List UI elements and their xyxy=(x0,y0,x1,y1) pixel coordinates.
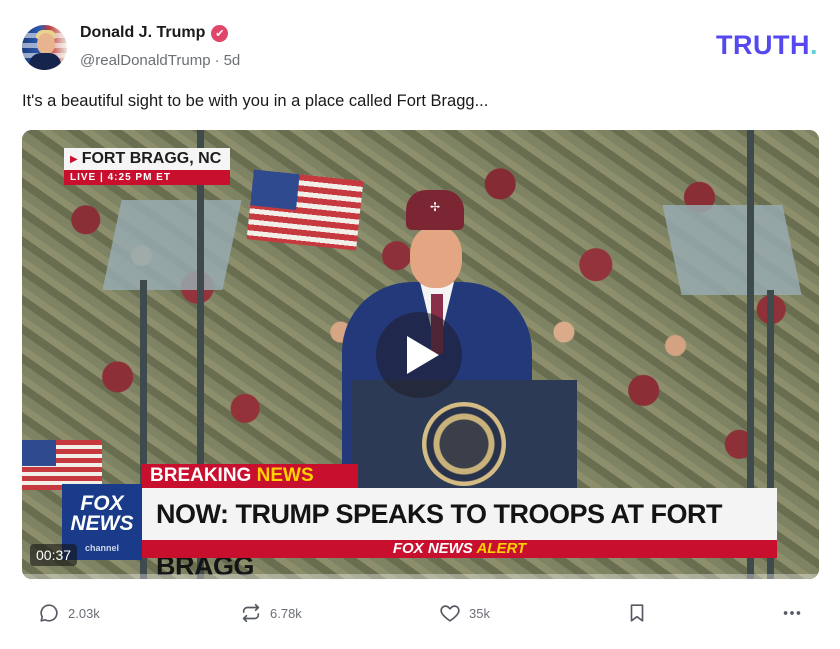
cap-insignia: ✢ xyxy=(430,200,441,214)
alert-banner: FOX NEWS ALERT xyxy=(142,540,777,558)
live-separator: | xyxy=(100,172,104,183)
network-logo-line2: NEWS xyxy=(70,512,134,535)
reply-count: 2.03k xyxy=(68,605,100,621)
stage-screen-left xyxy=(102,200,242,290)
play-icon xyxy=(407,336,439,374)
stage-screen-right xyxy=(662,205,802,295)
video-progress-bar[interactable] xyxy=(22,574,819,579)
more-icon xyxy=(783,611,801,615)
retruth-count: 6.78k xyxy=(270,605,302,621)
video-duration: 00:37 xyxy=(30,544,78,566)
live-time: 4:25 PM ET xyxy=(107,172,171,183)
more-options-button[interactable] xyxy=(780,602,804,624)
bookmark-button[interactable] xyxy=(626,601,648,625)
post-actions: 2.03k 6.78k 35k xyxy=(22,596,819,630)
location-label: FORT BRAGG, NC xyxy=(81,150,222,167)
author-meta: @realDonaldTrump · 5d xyxy=(80,52,240,69)
truth-logo-text: TRUTH xyxy=(716,30,810,60)
like-button[interactable]: 35k xyxy=(439,602,490,624)
truth-logo-dot: . xyxy=(809,30,818,60)
meta-separator: · xyxy=(214,52,220,69)
post-text: It's a beautiful sight to be with you in… xyxy=(22,92,489,110)
video-player[interactable]: ✢ ▶ FORT BRAGG, NC LIVE | 4:25 PM ET BREA… xyxy=(22,130,819,579)
live-label: LIVE xyxy=(70,172,97,183)
avatar[interactable] xyxy=(22,25,67,70)
comment-icon xyxy=(40,604,58,622)
alert-network: FOX NEWS xyxy=(392,540,473,557)
bookmark-icon xyxy=(630,604,644,622)
author-handle[interactable]: @realDonaldTrump xyxy=(80,52,211,69)
post-age[interactable]: 5d xyxy=(224,52,241,69)
heart-icon xyxy=(440,605,460,622)
location-bug: ▶ FORT BRAGG, NC LIVE | 4:25 PM ET xyxy=(64,148,230,185)
chyron-headline: NOW: TRUMP SPEAKS TO TROOPS AT FORT BRAG… xyxy=(142,488,777,579)
author-name[interactable]: Donald J. Trump xyxy=(80,24,205,42)
breaking-news-banner: BREAKING NEWS xyxy=(142,464,358,488)
like-count: 35k xyxy=(469,605,490,621)
repost-icon xyxy=(242,603,260,623)
retruth-button[interactable]: 6.78k xyxy=(240,602,302,624)
news-chyron: BREAKING NEWS FOX NEWS channel NOW: TRUM… xyxy=(62,462,777,579)
verified-badge-icon: ✔ xyxy=(211,24,229,42)
reply-button[interactable]: 2.03k xyxy=(38,602,100,624)
author-row: Donald J. Trump ✔ xyxy=(80,24,229,42)
alert-word: ALERT xyxy=(476,540,527,557)
network-logo-line3: channel xyxy=(84,543,119,553)
location-marker-icon: ▶ xyxy=(70,153,78,165)
truth-logo[interactable]: TRUTH. xyxy=(716,30,818,61)
news-word: NEWS xyxy=(256,465,314,486)
play-button[interactable] xyxy=(376,312,462,398)
breaking-word: BREAKING xyxy=(150,465,252,486)
post-card: Donald J. Trump ✔ @realDonaldTrump · 5d … xyxy=(0,0,840,649)
